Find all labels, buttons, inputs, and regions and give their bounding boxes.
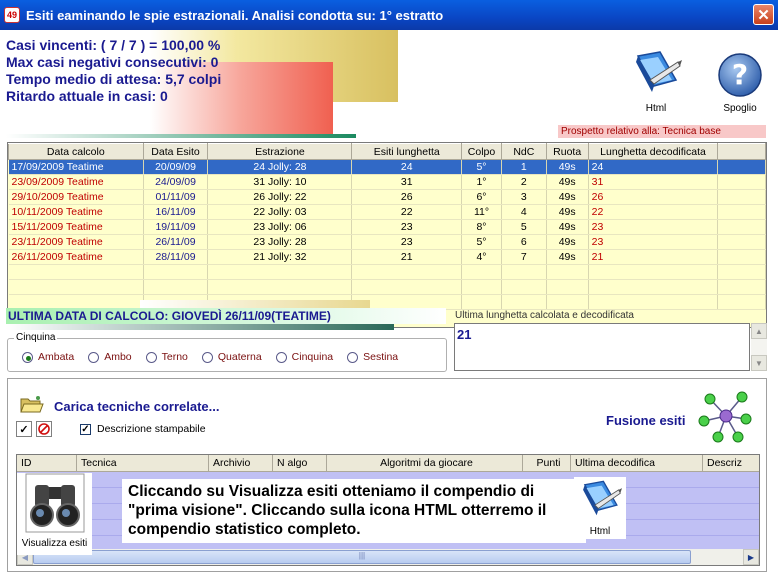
descrizione-stampabile-label: Descrizione stampabile <box>97 423 206 435</box>
col-estrazione[interactable]: Estrazione <box>207 143 353 160</box>
radio-ambo[interactable]: Ambo <box>88 351 132 363</box>
scroll-thumb[interactable]: ||| <box>33 550 691 564</box>
html-book-icon <box>583 480 622 516</box>
col-filler <box>717 143 766 160</box>
radio-dot-selected[interactable] <box>22 351 33 363</box>
radio-dot[interactable] <box>88 351 100 363</box>
table-row-empty <box>8 279 766 295</box>
prospetto-label: Prospetto relativo alla: Tecnica base <box>558 125 766 138</box>
radio-dot[interactable] <box>145 351 157 363</box>
col-data-esito[interactable]: Data Esito <box>142 143 209 160</box>
col-n-algo[interactable]: N algo <box>273 455 327 472</box>
lunghetta-scrollbar[interactable]: ▲ ▼ <box>751 323 767 371</box>
correlated-techniques-panel: Carica tecniche correlate... ✓ ✓ Descriz… <box>7 378 767 572</box>
check-icon: ✓ <box>19 423 29 436</box>
correlated-grid-header: ID Tecnica Archivio N algo Algoritmi da … <box>17 455 759 472</box>
checkbox-box[interactable]: ✓ <box>80 423 91 435</box>
results-grid[interactable]: Data calcolo Data Esito Estrazione Esiti… <box>7 142 767 328</box>
col-colpo[interactable]: Colpo <box>461 143 502 160</box>
app-icon: 49 <box>4 7 20 23</box>
html-label: Html <box>645 103 667 114</box>
lunghetta-textbox[interactable]: 21 <box>454 323 750 371</box>
window-title: Esiti eaminando le spie estrazionali. An… <box>26 7 444 23</box>
help-question-glyph: ? <box>732 58 748 91</box>
radio-terno[interactable]: Terno <box>145 351 188 363</box>
help-question-icon: ? <box>718 53 762 97</box>
table-row[interactable]: 17/09/2009 Teatime 20/09/09 24 Jolly: 28… <box>8 159 766 175</box>
scroll-up-icon[interactable]: ▲ <box>751 323 767 339</box>
table-row[interactable]: 23/09/2009 Teatime 24/09/09 31 Jolly: 10… <box>8 174 766 190</box>
title-bar: 49 Esiti eaminando le spie estrazionali.… <box>0 0 778 30</box>
spoglio-label: Spoglio <box>723 103 757 114</box>
cinquina-groupbox: Cinquina Ambata Ambo Terno Quaterna Cinq… <box>7 332 447 372</box>
html-book-icon <box>636 51 682 92</box>
visualizza-esiti-button[interactable]: Visualizza esiti <box>17 473 92 555</box>
stats-panel: Casi vincenti: ( 7 / 7 ) = 100,00 % Max … <box>6 37 221 105</box>
col-ruota[interactable]: Ruota <box>545 143 589 160</box>
col-id[interactable]: ID <box>17 455 77 472</box>
col-descrizione[interactable]: Descriz <box>703 455 759 472</box>
ultima-data-decoration-bar <box>6 324 394 330</box>
scroll-right-icon[interactable]: ▶ <box>743 549 759 565</box>
grid-header-row: Data calcolo Data Esito Estrazione Esiti… <box>8 143 766 160</box>
radio-dot[interactable] <box>201 351 213 363</box>
col-archivio[interactable]: Archivio <box>209 455 273 472</box>
ultima-data-label: ULTIMA DATA DI CALCOLO: GIOVEDÌ 26/11/09… <box>6 308 446 324</box>
stats-tempo-medio: Tempo medio di attesa: 5,7 colpi <box>6 71 222 87</box>
table-row[interactable]: 23/11/2009 Teatime 26/11/09 23 Jolly: 28… <box>8 234 766 250</box>
stats-max-negativi: Max casi negativi consecutivi: 0 <box>6 54 219 70</box>
stats-casi-vincenti: Casi vincenti: ( 7 / 7 ) = 100,00 % <box>6 37 221 53</box>
scroll-down-icon[interactable]: ▼ <box>751 355 767 371</box>
radio-dot[interactable] <box>347 351 359 363</box>
confirm-check-button[interactable]: ✓ <box>16 421 32 437</box>
col-lunghetta-decodificata[interactable]: Lunghetta decodificata <box>587 143 719 160</box>
cinquina-legend: Cinquina <box>14 332 58 343</box>
lunghetta-label: Ultima lunghetta calcolata e decodificat… <box>455 310 634 321</box>
close-button[interactable]: ✕ <box>753 4 774 25</box>
visualizza-esiti-label: Visualizza esiti <box>21 538 88 549</box>
fusione-esiti-label: Fusione esiti <box>606 413 686 428</box>
table-row[interactable]: 26/11/2009 Teatime 28/11/09 21 Jolly: 32… <box>8 249 766 265</box>
radio-sestina[interactable]: Sestina <box>347 351 398 363</box>
html-button[interactable]: Html <box>624 50 688 114</box>
col-ultima-decodifica[interactable]: Ultima decodifica <box>571 455 703 472</box>
col-esiti-lunghetta[interactable]: Esiti lunghetta <box>351 143 463 160</box>
col-punti[interactable]: Punti <box>523 455 571 472</box>
cancel-button[interactable] <box>36 421 52 437</box>
sorte-radio-group: Ambata Ambo Terno Quaterna Cinquina Sest… <box>22 351 412 363</box>
radio-dot[interactable] <box>275 351 287 363</box>
carica-tecniche-button[interactable]: Carica tecniche correlate... <box>54 399 219 414</box>
col-tecnica[interactable]: Tecnica <box>77 455 209 472</box>
radio-cinquina[interactable]: Cinquina <box>275 351 333 363</box>
table-row-empty <box>8 264 766 280</box>
stats-decoration-bar <box>6 134 356 138</box>
radio-quaterna[interactable]: Quaterna <box>201 351 262 363</box>
radio-ambata[interactable]: Ambata <box>22 351 74 363</box>
horizontal-scrollbar[interactable]: ◀ ||| ▶ <box>17 549 759 565</box>
ultima-data-decoration-top <box>140 300 370 308</box>
table-row[interactable]: 29/10/2009 Teatime 01/11/09 26 Jolly: 22… <box>8 189 766 205</box>
main-window: Casi vincenti: ( 7 / 7 ) = 100,00 % Max … <box>0 30 778 575</box>
molecule-fusion-icon[interactable] <box>698 389 754 443</box>
table-row[interactable]: 10/11/2009 Teatime 16/11/09 22 Jolly: 03… <box>8 204 766 220</box>
descrizione-stampabile-checkbox[interactable]: ✓ Descrizione stampabile <box>80 423 206 435</box>
binoculars-icon <box>25 473 84 533</box>
table-row[interactable]: 15/11/2009 Teatime 19/11/09 23 Jolly: 06… <box>8 219 766 235</box>
instruction-text: Cliccando su Visualizza esiti otteniamo … <box>122 479 586 543</box>
html-export-label: Html <box>589 526 611 537</box>
folder-open-icon[interactable] <box>20 394 44 414</box>
spoglio-button[interactable]: ? Spoglio <box>712 52 768 114</box>
col-ndc[interactable]: NdC <box>500 143 547 160</box>
col-data-calcolo[interactable]: Data calcolo <box>8 143 144 160</box>
no-entry-icon <box>38 423 50 435</box>
stats-ritardo: Ritardo attuale in casi: 0 <box>6 88 168 104</box>
mini-buttons: ✓ <box>16 421 56 437</box>
html-export-button[interactable]: Html <box>574 477 626 539</box>
col-algoritmi[interactable]: Algoritmi da giocare <box>327 455 523 472</box>
